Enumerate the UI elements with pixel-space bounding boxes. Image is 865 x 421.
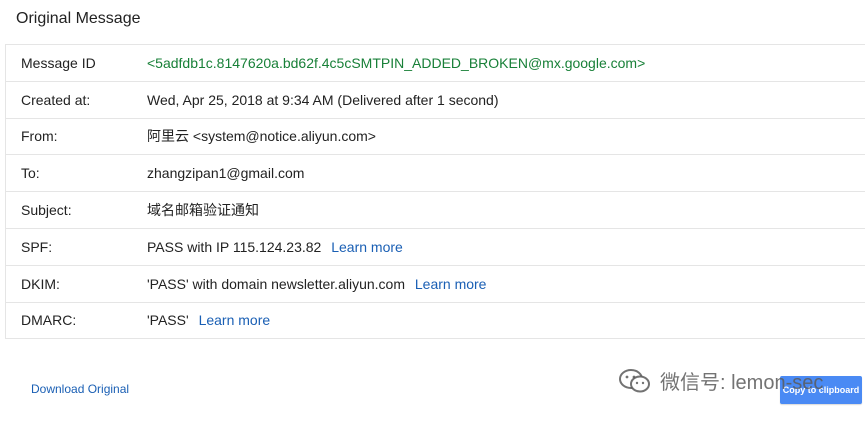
spf-value-cell: PASS with IP 115.124.23.82 Learn more	[147, 239, 865, 255]
row-label-message-id: Message ID	[21, 54, 96, 71]
table-row: To: zhangzipan1@gmail.com	[6, 155, 865, 193]
dkim-learn-more-link[interactable]: Learn more	[415, 276, 487, 292]
table-row: DKIM: 'PASS' with domain newsletter.aliy…	[6, 266, 865, 303]
row-label-dkim: DKIM:	[21, 275, 60, 292]
dmarc-learn-more-link[interactable]: Learn more	[199, 312, 271, 328]
spf-value: PASS with IP 115.124.23.82	[147, 238, 322, 255]
row-label-to: To:	[21, 165, 40, 182]
row-label-from: From:	[21, 128, 58, 145]
row-label-created-at: Created at:	[21, 91, 91, 108]
download-original-link[interactable]: Download Original	[31, 382, 129, 396]
dmarc-value-cell: 'PASS' Learn more	[147, 312, 865, 328]
wechat-icon	[619, 368, 650, 392]
table-row: Subject: 域名邮箱验证通知	[6, 192, 865, 229]
table-row: Created at: Wed, Apr 25, 2018 at 9:34 AM…	[6, 82, 865, 119]
table-row: DMARC: 'PASS' Learn more	[6, 303, 865, 340]
page-title: Original Message	[16, 10, 141, 27]
to-value: zhangzipan1@gmail.com	[147, 165, 305, 182]
table-row: SPF: PASS with IP 115.124.23.82 Learn mo…	[6, 229, 865, 266]
row-label-dmarc: DMARC:	[21, 312, 77, 329]
row-label-spf: SPF:	[21, 238, 53, 255]
dkim-value: 'PASS' with domain newsletter.aliyun.com	[147, 275, 405, 292]
subject-value: 域名邮箱验证通知	[147, 202, 259, 219]
from-value: 阿里云 <system@notice.aliyun.com>	[147, 128, 376, 145]
dmarc-value: 'PASS'	[147, 312, 189, 329]
created-at-value: Wed, Apr 25, 2018 at 9:34 AM (Delivered …	[147, 91, 499, 108]
row-label-subject: Subject:	[21, 202, 72, 219]
spf-learn-more-link[interactable]: Learn more	[331, 239, 403, 255]
message-details-table: Message ID <5adfdb1c.8147620a.bd62f.4c5c…	[5, 44, 865, 340]
dkim-value-cell: 'PASS' with domain newsletter.aliyun.com…	[147, 276, 865, 292]
table-row: Message ID <5adfdb1c.8147620a.bd62f.4c5c…	[6, 45, 865, 82]
copy-to-clipboard-button[interactable]: Copy to clipboard	[780, 376, 862, 404]
table-row: From: 阿里云 <system@notice.aliyun.com>	[6, 119, 865, 156]
message-id-value: <5adfdb1c.8147620a.bd62f.4c5cSMTPIN_ADDE…	[147, 54, 646, 71]
